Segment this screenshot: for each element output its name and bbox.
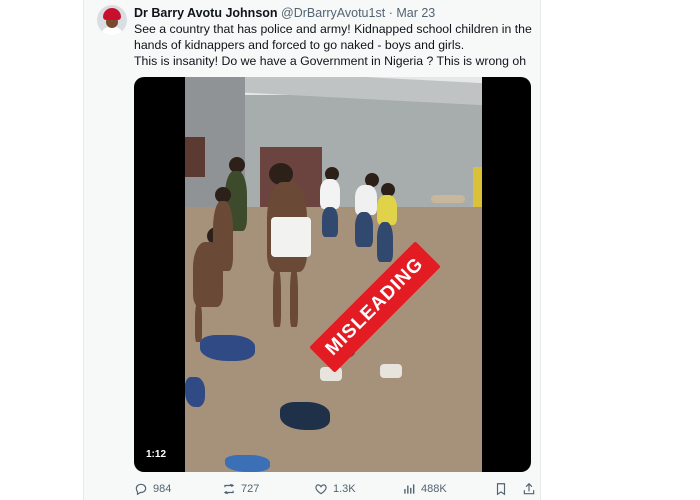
views-count: 488K [421, 483, 447, 495]
reply-count: 984 [153, 483, 172, 495]
action-bar: 984 727 1.3K 488K [134, 482, 535, 498]
tweet-header: Dr Barry Avotu Johnson @DrBarryAvotu1st … [134, 5, 435, 21]
author-name[interactable]: Dr Barry Avotu Johnson [134, 6, 278, 20]
tweet-text-line: See a country that has police and army! … [134, 22, 532, 36]
bookmark-icon [496, 483, 506, 496]
avatar[interactable] [97, 5, 127, 35]
tweet-date[interactable]: Mar 23 [396, 6, 435, 20]
tweet-text: See a country that has police and army! … [134, 21, 534, 69]
share-button[interactable] [522, 482, 541, 496]
tweet-card[interactable]: Dr Barry Avotu Johnson @DrBarryAvotu1st … [83, 0, 541, 500]
separator-dot: · [388, 6, 393, 20]
right-gutter [541, 0, 700, 500]
reply-icon [135, 483, 147, 496]
like-button[interactable]: 1.3K [314, 482, 356, 496]
reply-button[interactable]: 984 [134, 482, 171, 496]
share-icon [523, 482, 535, 495]
repost-count: 727 [241, 483, 260, 495]
views-button[interactable]: 488K [402, 482, 447, 496]
like-count: 1.3K [333, 483, 356, 495]
video-frame[interactable]: MISLEADING [185, 77, 482, 472]
bookmark-button[interactable] [494, 482, 513, 496]
video-duration: 1:12 [146, 449, 167, 460]
heart-icon [315, 484, 327, 495]
repost-button[interactable]: 727 [222, 482, 259, 496]
author-handle[interactable]: @DrBarryAvotu1st [281, 6, 385, 20]
repost-icon [223, 483, 235, 495]
tweet-text-line: hands of kidnappers and forced to go nak… [134, 38, 465, 52]
video-player[interactable]: MISLEADING 1:12 [134, 77, 531, 472]
left-gutter [0, 0, 83, 500]
views-bar-icon [404, 484, 415, 494]
tweet-text-line: This is insanity! Do we have a Governmen… [134, 54, 527, 68]
